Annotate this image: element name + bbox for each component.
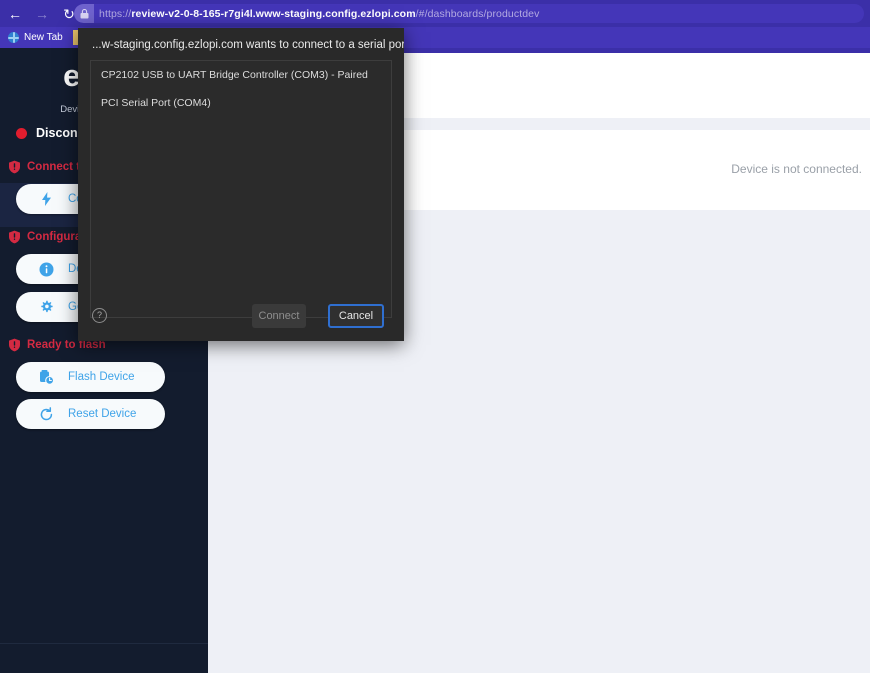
shield-alert-icon xyxy=(9,160,20,174)
reset-device-button[interactable]: Reset Device xyxy=(16,399,165,429)
lock-icon[interactable] xyxy=(74,4,94,23)
bolt-icon xyxy=(36,192,56,206)
forward-icon[interactable]: → xyxy=(30,2,54,26)
flash-device-button[interactable]: Flash Device xyxy=(16,362,165,392)
address-bar-url: https://review-v2-0-8-165-r7gi4l.www-sta… xyxy=(94,8,539,20)
list-item[interactable]: PCI Serial Port (COM4) xyxy=(91,89,391,117)
address-bar[interactable]: https://review-v2-0-8-165-r7gi4l.www-sta… xyxy=(74,4,864,23)
reset-device-label: Reset Device xyxy=(68,408,137,420)
app-root: ← → ↻ https://review-v2-0-8-165-r7gi4l.w… xyxy=(0,0,870,673)
connect-button[interactable]: Connect xyxy=(252,304,306,328)
bookmark-new-tab-label: New Tab xyxy=(24,32,63,43)
browser-toolbar: ← → ↻ https://review-v2-0-8-165-r7gi4l.w… xyxy=(0,0,870,27)
status-dot-icon xyxy=(16,127,27,139)
help-circle-icon[interactable]: ? xyxy=(92,308,107,323)
reset-icon xyxy=(36,406,56,422)
list-item[interactable]: CP2102 USB to UART Bridge Controller (CO… xyxy=(91,61,391,89)
url-path: /#/dashboards/productdev xyxy=(415,7,540,20)
device-status-message: Device is not connected. xyxy=(731,162,862,176)
serial-port-list[interactable]: CP2102 USB to UART Bridge Controller (CO… xyxy=(90,60,392,318)
info-icon xyxy=(36,262,56,277)
url-scheme: https:// xyxy=(99,7,132,20)
serial-port-dialog: ...w-staging.config.ezlopi.com wants to … xyxy=(78,28,404,341)
bookmark-new-tab[interactable]: New Tab xyxy=(0,27,71,48)
serial-port-dialog-footer: ? Connect Cancel xyxy=(78,296,404,341)
back-icon[interactable]: ← xyxy=(3,2,27,26)
shield-alert-icon xyxy=(9,338,20,352)
url-host: review-v2-0-8-165-r7gi4l.www-staging.con… xyxy=(131,7,416,20)
flash-device-label: Flash Device xyxy=(68,371,135,383)
cancel-button[interactable]: Cancel xyxy=(328,304,384,328)
sidebar-divider xyxy=(0,643,208,644)
shield-alert-icon xyxy=(9,230,20,244)
globe-icon xyxy=(8,32,19,43)
flash-device-icon xyxy=(36,369,56,385)
gear-icon xyxy=(36,300,56,315)
serial-port-dialog-title: ...w-staging.config.ezlopi.com wants to … xyxy=(92,39,404,51)
